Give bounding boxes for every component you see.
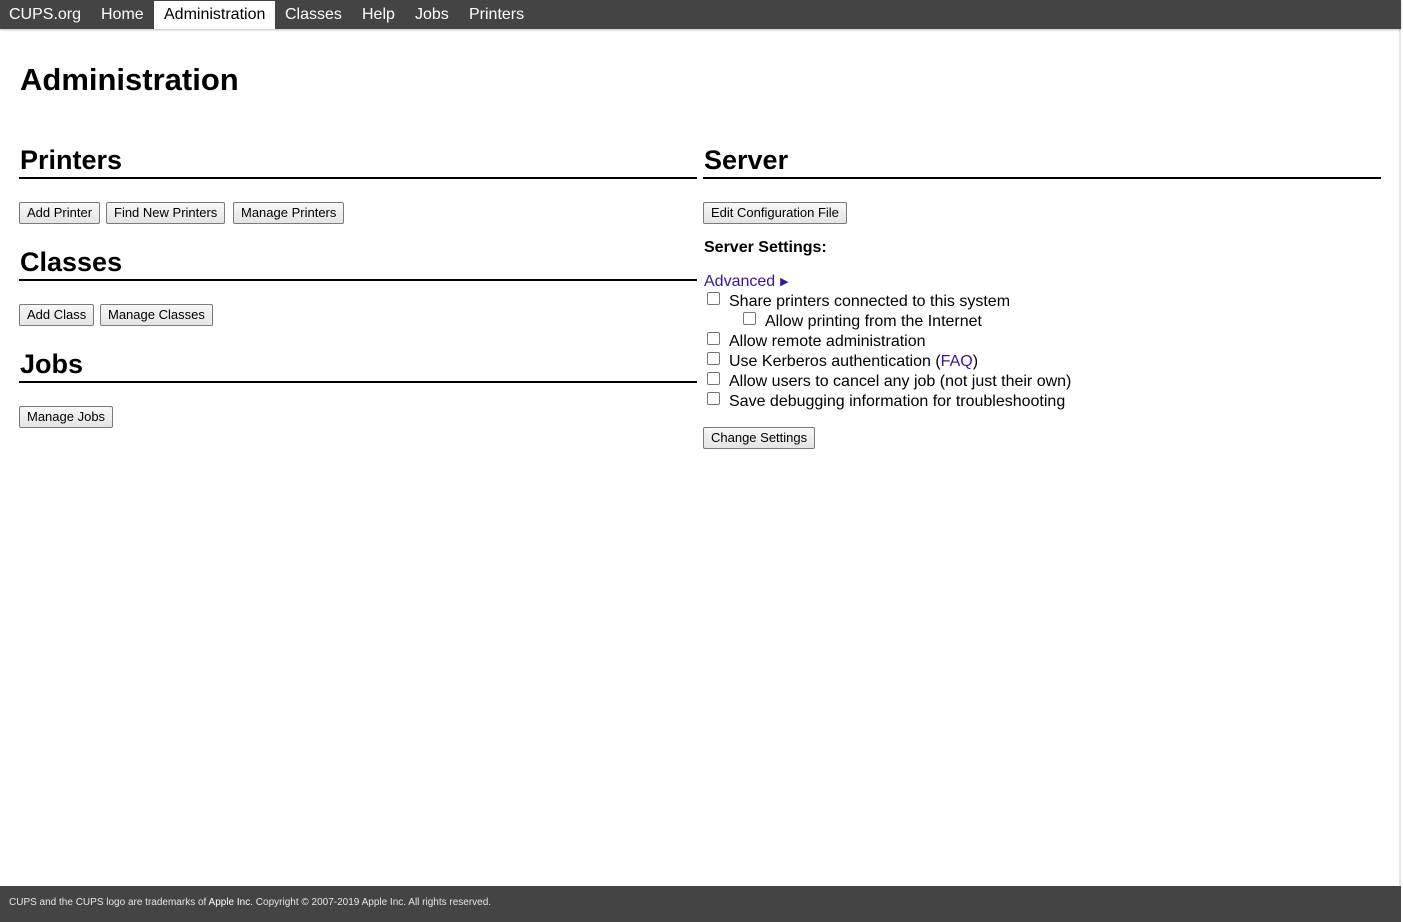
nav-help[interactable]: Help [362,0,395,29]
cancel-any-job-checkbox[interactable] [707,372,720,386]
cancel-any-job-label: Allow users to cancel any job (not just … [729,373,1072,390]
nav-cups-org[interactable]: CUPS.org [9,0,81,29]
server-divider [703,177,1381,179]
debug-logging-checkbox[interactable] [707,392,720,406]
top-navbar: CUPS.org Home Administration Classes Hel… [0,0,1401,29]
printers-section-title: Printers [20,145,123,175]
jobs-section-title: Jobs [20,349,84,379]
footer: CUPS and the CUPS logo are trademarks of… [0,886,1401,922]
share-printers-checkbox[interactable] [707,292,720,306]
page-title: Administration [20,62,239,97]
share-printers-label: Share printers connected to this system [729,293,1011,310]
remote-admin-label: Allow remote administration [729,333,926,350]
edit-configuration-file-button[interactable]: Edit Configuration File [703,202,847,224]
kerberos-faq-link[interactable]: FAQ [941,353,973,370]
add-printer-button[interactable]: Add Printer [19,202,101,224]
kerberos-label-end: ) [972,353,979,370]
allow-internet-printing-label: Allow printing from the Internet [765,313,982,330]
advanced-label: Advanced [704,273,776,290]
kerberos-option: Use Kerberos authentication (FAQ) [707,352,978,372]
nav-home[interactable]: Home [101,0,144,29]
debug-logging-label: Save debugging information for troublesh… [729,393,1066,410]
share-printers-option: Share printers connected to this system [707,292,1010,312]
manage-jobs-button[interactable]: Manage Jobs [19,406,114,428]
classes-divider [19,279,697,281]
debug-logging-option: Save debugging information for troublesh… [707,392,1065,412]
nav-printers[interactable]: Printers [469,0,524,29]
triangle-right-icon: ▶ [780,276,789,288]
server-section-title: Server [704,145,789,175]
kerberos-label: Use Kerberos authentication ( [729,353,941,370]
page-frame [0,0,1401,922]
change-settings-button[interactable]: Change Settings [703,427,816,449]
footer-copyright: Copyright © 2007-2019 Apple Inc. All rig… [253,897,492,908]
printers-divider [19,177,697,179]
nav-administration[interactable]: Administration [154,0,276,29]
manage-classes-button[interactable]: Manage Classes [100,304,213,326]
nav-jobs[interactable]: Jobs [415,0,449,29]
kerberos-checkbox[interactable] [707,352,720,366]
cancel-any-job-option: Allow users to cancel any job (not just … [707,372,1071,392]
remote-admin-checkbox[interactable] [707,332,720,346]
remote-admin-option: Allow remote administration [707,332,926,352]
server-settings-label: Server Settings: [704,239,827,256]
classes-section-title: Classes [20,247,123,277]
find-new-printers-button[interactable]: Find New Printers [106,202,226,224]
allow-internet-printing-option: Allow printing from the Internet [743,312,982,332]
allow-internet-printing-checkbox[interactable] [743,312,756,326]
manage-printers-button[interactable]: Manage Printers [233,202,345,224]
footer-apple-link[interactable]: Apple Inc. [209,897,253,908]
advanced-toggle-link[interactable]: Advanced ▶ [704,272,789,293]
nav-classes[interactable]: Classes [285,0,342,29]
jobs-divider [19,381,697,383]
add-class-button[interactable]: Add Class [19,304,95,326]
footer-text: CUPS and the CUPS logo are trademarks of [9,897,209,908]
